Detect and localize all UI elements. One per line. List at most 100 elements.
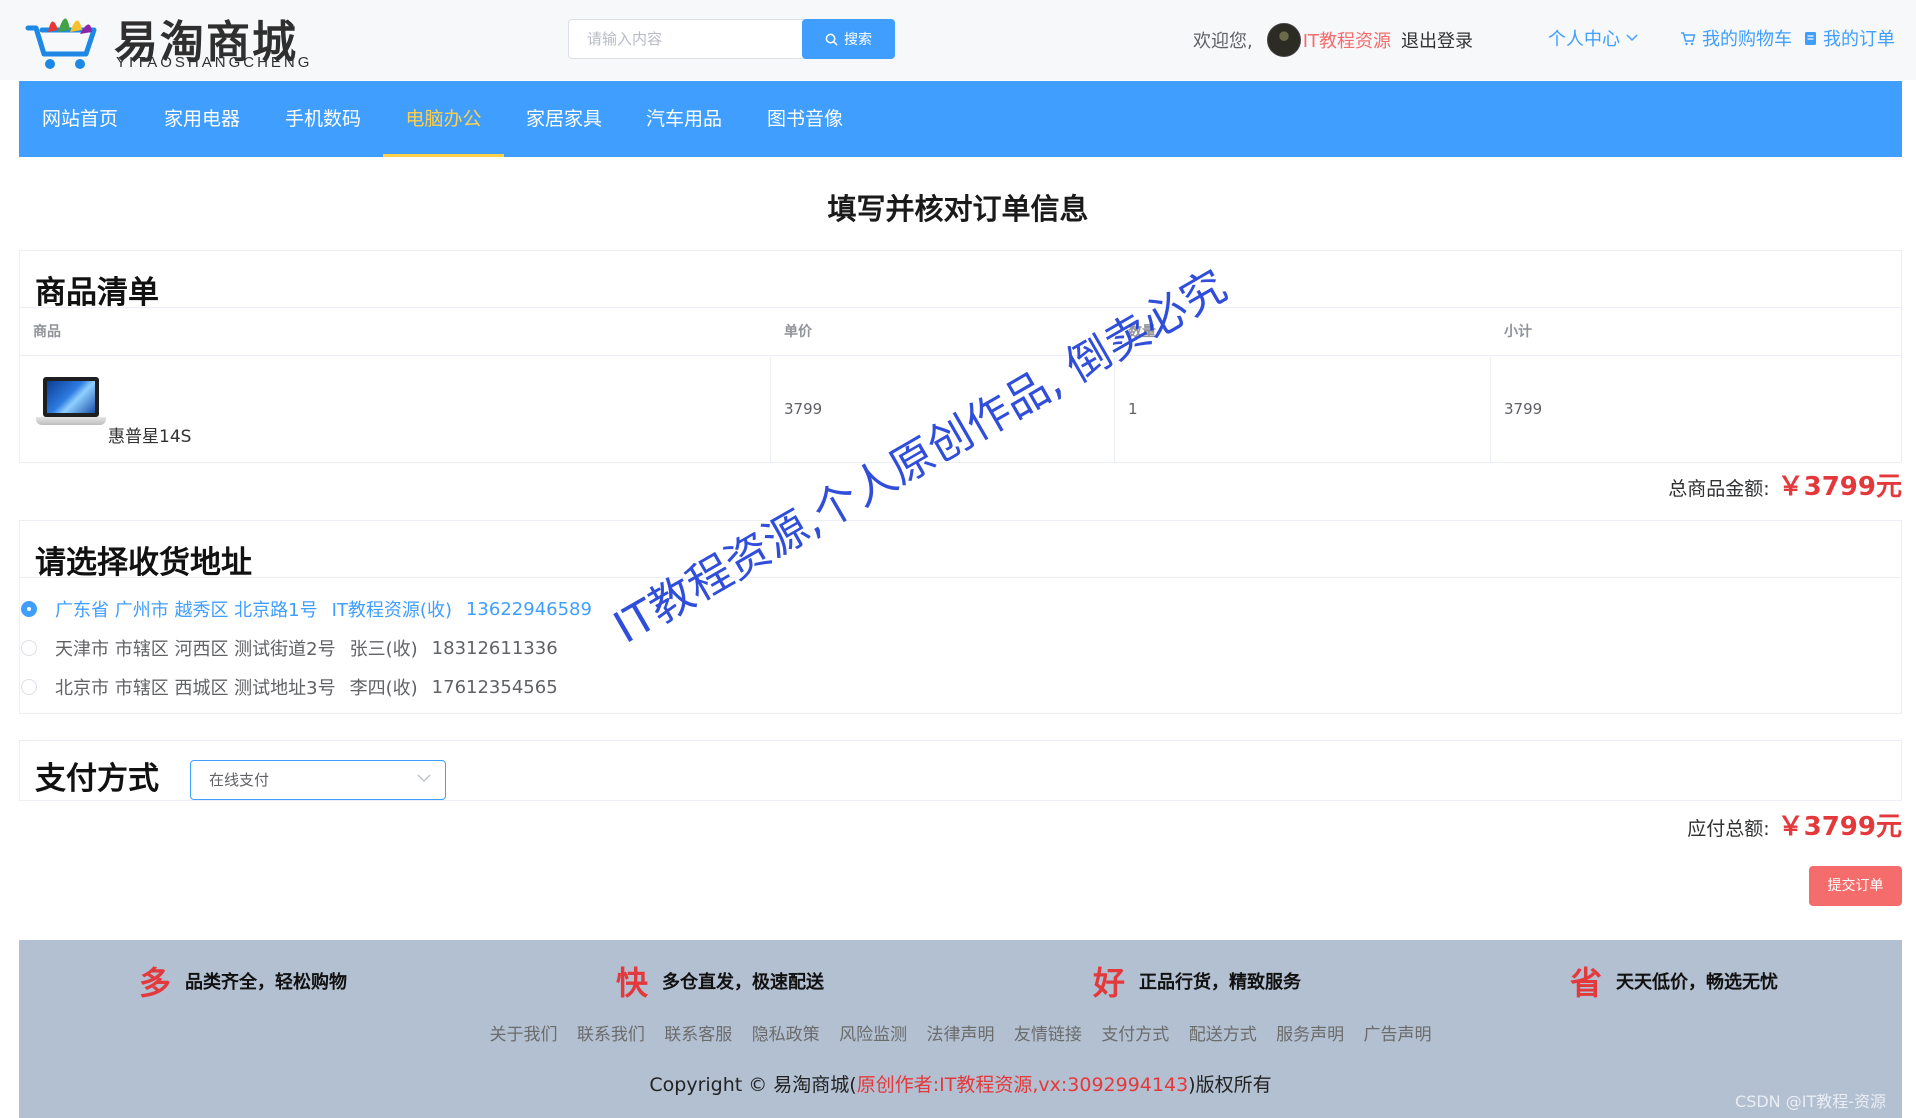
payment-card: 支付方式 在线支付 (19, 740, 1902, 801)
footer-link-privacy[interactable]: 隐私政策 (752, 1025, 820, 1045)
nav-item-home[interactable]: 网站首页 (19, 81, 141, 157)
footer-link-support[interactable]: 联系客服 (664, 1025, 732, 1045)
address-receiver: 李四(收) (349, 678, 418, 699)
chevron-down-icon (417, 774, 431, 783)
address-phone: 13622946589 (465, 598, 592, 620)
page-title: 填写并核对订单信息 (827, 192, 1089, 226)
submit-order-button[interactable]: 提交订单 (1809, 866, 1902, 906)
footer-link-service[interactable]: 服务声明 (1276, 1025, 1344, 1045)
feature-item: 多 品类齐全，轻松购物 (139, 958, 347, 1004)
footer-link-contact[interactable]: 联系我们 (577, 1025, 645, 1045)
top-header: 易淘商城 YITAOSHANGCHENG 搜索 欢迎您, IT教程资源 退出登录… (0, 0, 1916, 80)
address-option-3[interactable]: 北京市 市辖区 西城区 测试地址3号 李四(收) 17612354565 (21, 674, 558, 700)
address-phone: 18312611336 (431, 637, 558, 659)
nav-item-books[interactable]: 图书音像 (744, 81, 866, 157)
address-receiver: IT教程资源(收) (331, 600, 452, 621)
goods-total-label: 总商品金额: (1668, 478, 1770, 500)
avatar[interactable] (1266, 23, 1301, 57)
subtotal-cell: 3799 (1504, 400, 1543, 418)
feature-badge: 多 (139, 964, 172, 1002)
address-heading: 请选择收货地址 (35, 545, 252, 581)
footer-link-risk[interactable]: 风险监测 (839, 1025, 907, 1045)
address-option-1[interactable]: 广东省 广州市 越秀区 北京路1号 IT教程资源(收) 13622946589 (21, 596, 592, 622)
feature-text: 多仓直发，极速配送 (662, 972, 825, 993)
column-header-product: 商品 (33, 324, 61, 340)
address-region: 北京市 市辖区 西城区 测试地址3号 (55, 678, 336, 699)
search-button-label: 搜索 (844, 32, 872, 48)
address-option-2[interactable]: 天津市 市辖区 河西区 测试街道2号 张三(收) 18312611336 (21, 635, 558, 661)
feature-badge: 省 (1570, 964, 1603, 1002)
copyright: Copyright © 易淘商城(原创作者:IT教程资源,vx:30929941… (19, 1070, 1902, 1097)
nav-item-auto[interactable]: 汽车用品 (624, 81, 744, 157)
column-header-subtotal: 小计 (1504, 324, 1532, 340)
product-name[interactable]: 惠普星14S (108, 427, 191, 447)
feature-item: 好 正品行货，精致服务 (1093, 958, 1301, 1004)
shopping-cart-logo-icon (25, 18, 97, 69)
username[interactable]: IT教程资源 (1303, 27, 1391, 53)
search-bar: 搜索 (568, 19, 895, 59)
nav-item-phones[interactable]: 手机数码 (263, 81, 383, 157)
search-button[interactable]: 搜索 (802, 19, 895, 59)
my-cart-label: 我的购物车 (1702, 29, 1792, 50)
footer-link-delivery[interactable]: 配送方式 (1189, 1025, 1257, 1045)
feature-item: 快 多仓直发，极速配送 (616, 958, 824, 1004)
footer-link-legal[interactable]: 法律声明 (927, 1025, 995, 1045)
address-region: 天津市 市辖区 河西区 测试街道2号 (55, 639, 336, 660)
search-input[interactable] (568, 19, 814, 59)
site-logo[interactable]: 易淘商城 YITAOSHANGCHENG (22, 6, 352, 72)
radio-button[interactable] (21, 640, 37, 656)
welcome-text: 欢迎您, (1193, 31, 1253, 52)
csdn-watermark: CSDN @IT教程-资源 (1735, 1092, 1886, 1111)
footer-link-about[interactable]: 关于我们 (489, 1025, 557, 1045)
qty-cell: 1 (1115, 357, 1491, 462)
product-list-heading: 商品清单 (35, 275, 159, 311)
order-icon (1805, 31, 1816, 45)
payment-heading: 支付方式 (35, 761, 159, 797)
address-receiver: 张三(收) (349, 639, 418, 660)
my-cart-link[interactable]: 我的购物车 (1680, 25, 1792, 51)
divider (20, 577, 1901, 578)
cart-icon (1681, 31, 1696, 45)
product-cell: 惠普星14S (20, 357, 771, 462)
personal-center-dropdown[interactable]: 个人中心 (1548, 25, 1638, 51)
feature-text: 天天低价，畅选无忧 (1616, 972, 1779, 993)
copyright-suffix: )版权所有 (1188, 1074, 1272, 1096)
footer-link-payment[interactable]: 支付方式 (1101, 1025, 1169, 1045)
feature-text: 品类齐全，轻松购物 (185, 972, 348, 993)
chevron-down-icon (1626, 34, 1638, 42)
nav-item-computers[interactable]: 电脑办公 (383, 81, 504, 157)
product-image[interactable] (36, 377, 106, 429)
main-nav: 网站首页 家用电器 手机数码 电脑办公 家居家具 汽车用品 图书音像 (19, 81, 1902, 157)
header-links: 个人中心 我的购物车 我的订单 (1548, 25, 1895, 51)
footer-link-ads[interactable]: 广告声明 (1364, 1025, 1432, 1045)
logo-subtitle: YITAOSHANGCHENG (116, 54, 313, 71)
my-orders-label: 我的订单 (1823, 29, 1895, 50)
feature-text: 正品行货，精致服务 (1139, 972, 1302, 993)
nav-item-appliances[interactable]: 家用电器 (141, 81, 263, 157)
address-card: 请选择收货地址 广东省 广州市 越秀区 北京路1号 IT教程资源(收) 1362… (19, 520, 1902, 714)
goods-total: 总商品金额: ￥3799元 (1668, 466, 1902, 503)
my-orders-link[interactable]: 我的订单 (1804, 25, 1895, 51)
feature-badge: 快 (616, 964, 649, 1002)
nav-item-furniture[interactable]: 家居家具 (504, 81, 624, 157)
product-table: 商品 单价 数量 小计 惠普星14S 3799 1 3799 (20, 307, 1901, 462)
personal-center-label: 个人中心 (1548, 29, 1620, 50)
copyright-author: 原创作者:IT教程资源,vx:3092994143 (856, 1074, 1189, 1096)
radio-button[interactable] (21, 601, 37, 617)
search-icon (825, 33, 838, 46)
table-header-row: 商品 单价 数量 小计 (20, 308, 1901, 356)
radio-button[interactable] (21, 679, 37, 695)
footer: 多 品类齐全，轻松购物 快 多仓直发，极速配送 好 正品行货，精致服务 省 天天… (19, 940, 1902, 1118)
logout-link[interactable]: 退出登录 (1401, 27, 1473, 53)
payment-method-select[interactable]: 在线支付 (190, 760, 446, 800)
payable-total: 应付总额: ￥3799元 (1687, 806, 1902, 843)
feature-badge: 好 (1093, 964, 1126, 1002)
goods-total-value: ￥3799元 (1777, 472, 1902, 502)
footer-link-friends[interactable]: 友情链接 (1014, 1025, 1082, 1045)
column-header-price: 单价 (784, 324, 812, 340)
payable-total-label: 应付总额: (1687, 818, 1770, 840)
payment-method-value: 在线支付 (209, 771, 270, 789)
address-phone: 17612354565 (431, 676, 558, 698)
user-area: 欢迎您, IT教程资源 退出登录 (1193, 22, 1473, 58)
feature-item: 省 天天低价，畅选无忧 (1570, 958, 1778, 1004)
